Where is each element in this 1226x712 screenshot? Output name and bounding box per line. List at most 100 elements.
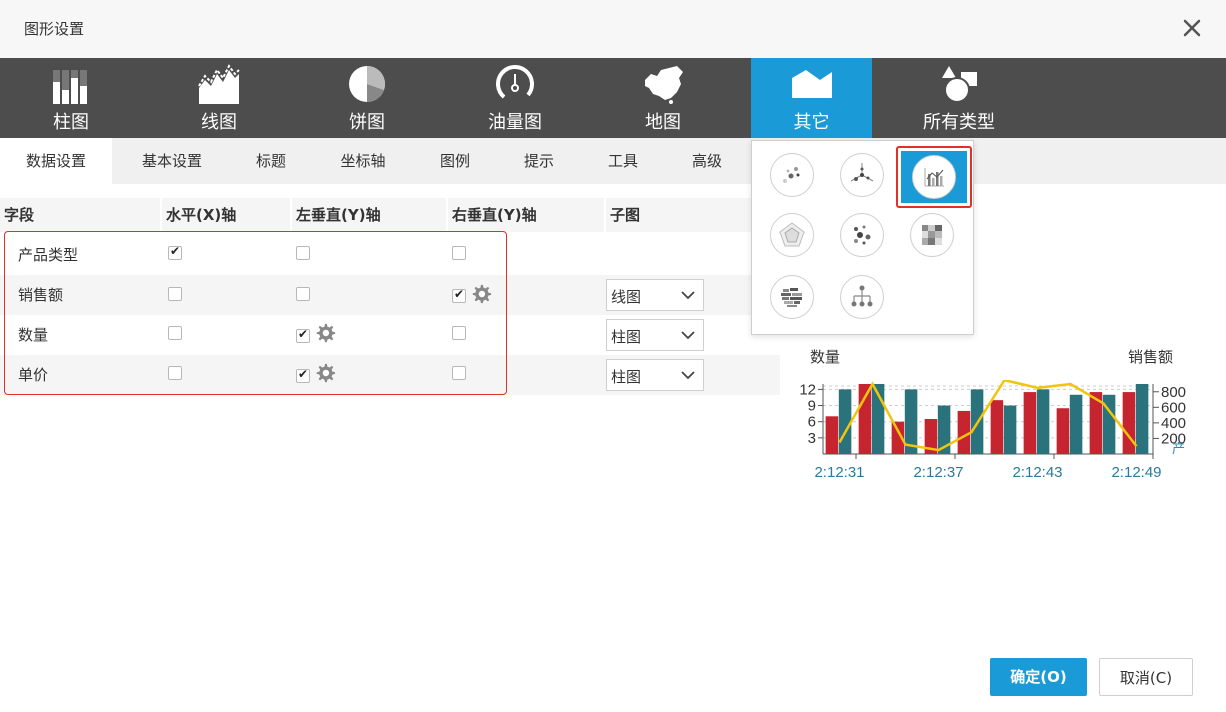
left-y-axis-checkbox[interactable] [296,246,310,260]
right-tick-label: 400 [1161,415,1186,432]
bar [1056,408,1070,454]
chart-type-line-button[interactable]: 线图 [158,58,280,138]
x-axis-checkbox[interactable] [168,366,182,380]
dialog-title: 图形设置 [24,20,85,38]
bar-chart-icon [53,70,87,104]
scatter-icon[interactable] [770,153,814,197]
bar [1135,384,1149,454]
chart-type-label: 饼图 [349,112,385,133]
chevron-down-icon [681,331,695,340]
bar [1003,405,1017,454]
chart-type-bar-button[interactable]: 柱图 [10,58,132,138]
x-axis-checkbox[interactable] [168,244,182,260]
title-bar: 图形设置 [0,0,1226,58]
gear-icon[interactable] [470,283,492,305]
tab-tools[interactable]: 工具 [592,138,654,184]
right-tick-label: 800 [1161,384,1186,401]
chart-type-all-button[interactable]: 所有类型 [898,58,1020,138]
chart-type-map-button[interactable]: 地图 [602,58,724,138]
subchart-select[interactable]: 线图 [606,279,704,311]
gauge-chart-icon [496,64,534,103]
right-y-axis-checkbox[interactable] [452,326,466,340]
chart-type-label: 线图 [201,112,237,133]
bar [957,410,971,454]
tree-icon[interactable] [840,275,884,319]
x-tick-label: 2:12:37 [913,464,963,480]
field-name: 单价 [18,366,49,384]
left-y-axis-checkbox[interactable] [296,327,310,343]
right-y-axis-checkbox[interactable] [452,287,466,303]
field-name: 数量 [18,326,49,344]
settings-tabs: 数据设置 基本设置 标题 坐标轴 图例 提示 工具 高级 [0,138,1226,184]
x-tick-label: 2:12:49 [1111,464,1161,480]
right-y-axis-checkbox[interactable] [452,246,466,260]
map-chart-icon [645,66,683,104]
tab-basic-settings[interactable]: 基本设置 [124,138,220,184]
other-chart-icon [791,70,832,98]
heatmap-icon[interactable] [910,213,954,257]
chart-type-other-button[interactable]: 其它 [751,58,872,138]
x-tick-label: 2:12:31 [814,464,864,480]
right-tick-label: 600 [1161,399,1186,416]
ok-button[interactable]: 确定(O) [990,658,1087,696]
word-cloud-icon[interactable] [770,275,814,319]
table-row: 单价 柱图 [0,355,780,395]
gear-icon[interactable] [314,322,336,344]
cancel-button[interactable]: 取消(C) [1099,658,1193,696]
radial-scatter-icon[interactable] [840,153,884,197]
chart-type-label: 所有类型 [923,112,995,133]
gear-icon[interactable] [314,362,336,384]
header-left-y-axis: 左垂直(Y)轴 [292,198,446,232]
header-x-axis: 水平(X)轴 [162,198,290,232]
tab-legend[interactable]: 图例 [424,138,486,184]
subchart-select[interactable]: 柱图 [606,359,704,391]
subchart-select[interactable]: 柱图 [606,319,704,351]
field-name: 销售额 [18,286,64,304]
chart-type-label: 油量图 [488,112,542,133]
x-axis-checkbox[interactable] [168,326,182,340]
right-axis-extra-label: 产 [1172,442,1185,457]
left-y-axis-checkbox[interactable] [296,287,310,301]
combo-chart-option-selected[interactable] [896,146,972,208]
bar [838,389,852,454]
field-grid-header: 字段 水平(X)轴 左垂直(Y)轴 右垂直(Y)轴 子图 [0,198,780,232]
line-chart-icon [198,64,240,104]
radar-icon[interactable] [770,213,814,257]
close-icon[interactable] [1176,12,1208,44]
left-tick-label: 6 [808,414,816,431]
chart-type-gauge-button[interactable]: 油量图 [454,58,576,138]
subchart-value: 柱图 [611,368,642,386]
bar [858,384,872,454]
pie-chart-icon [349,65,386,103]
left-tick-label: 9 [808,398,816,415]
tab-axis[interactable]: 坐标轴 [324,138,402,184]
preview-chart: 36912200400600800产2:12:31 2:12:37 2:12:43 2… [799,380,1186,480]
chart-type-label: 地图 [645,112,681,133]
bubble-icon[interactable] [840,213,884,257]
chevron-down-icon [681,371,695,380]
bar [825,416,839,454]
chart-type-label: 柱图 [53,112,89,133]
tab-advanced[interactable]: 高级 [676,138,738,184]
tab-title[interactable]: 标题 [240,138,302,184]
chart-type-pie-button[interactable]: 饼图 [306,58,428,138]
subchart-value: 柱图 [611,328,642,346]
bar [990,400,1004,454]
left-y-axis-checkbox[interactable] [296,367,310,383]
bar [1023,392,1037,454]
header-right-y-axis: 右垂直(Y)轴 [448,198,604,232]
table-row: 销售额 线图 [0,275,780,315]
header-field: 字段 [0,198,160,232]
x-axis-checkbox[interactable] [168,287,182,301]
tab-data-settings[interactable]: 数据设置 [0,138,112,184]
chart-type-label: 其它 [793,112,830,133]
field-name: 产品类型 [18,246,79,264]
chart-right-axis-title: 销售额 [1128,348,1174,366]
right-y-axis-checkbox[interactable] [452,366,466,380]
table-row: 产品类型 [0,235,780,275]
tab-tooltip[interactable]: 提示 [508,138,570,184]
chart-settings-dialog: 图形设置 柱图 线图 饼图 油量图 地图 其它 所有类型 数据设置 基本设置 标… [0,0,1226,712]
bar [1069,394,1083,454]
bar [1036,389,1050,454]
table-row: 数量 柱图 [0,315,780,355]
